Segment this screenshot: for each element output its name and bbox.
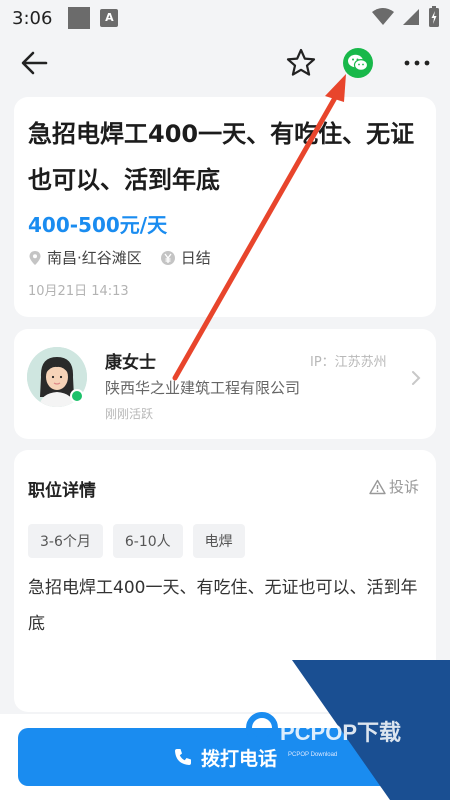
job-title: 急招电焊工400一天、有吃住、无证也可以、活到年底 (28, 120, 415, 194)
job-location: 南昌·红谷滩区 (47, 249, 142, 267)
company-name: 陕西华之业建筑工程有限公司 (105, 379, 301, 397)
pay-cycle: 日结 (180, 249, 211, 267)
back-button[interactable] (18, 48, 52, 78)
job-tags: 3-6个月 6-10人 电焊 (28, 524, 245, 558)
yuan-icon (160, 250, 176, 266)
job-meta: 南昌·红谷滩区 日结 (28, 247, 211, 268)
star-icon (286, 48, 316, 76)
status-time: 3:06 (12, 7, 53, 29)
bottom-bar: 拨打电话 (0, 714, 450, 800)
signal-icon (403, 9, 419, 25)
keyboard-badge-icon: A (100, 9, 119, 27)
more-dots-icon (404, 60, 430, 66)
salary: 400-500元/天 (28, 213, 168, 237)
online-status-dot (70, 389, 84, 403)
report-button[interactable]: 投诉 (369, 476, 419, 497)
wechat-icon (348, 54, 369, 72)
wechat-share-button[interactable] (343, 48, 373, 78)
job-description: 急招电焊工400一天、有吃住、无证也可以、活到年底 (28, 578, 418, 634)
warning-icon (369, 479, 386, 494)
job-details-card: 职位详情 投诉 3-6个月 6-10人 电焊 急招电焊工400一天、有吃住、无证… (14, 450, 436, 712)
contact-ip-location: IP：江苏苏州 (310, 355, 387, 370)
tag-headcount: 6-10人 (112, 524, 183, 558)
more-options-button[interactable] (400, 52, 434, 74)
battery-icon (429, 6, 439, 27)
contact-name: 康女士 (105, 353, 156, 373)
report-label: 投诉 (389, 478, 420, 496)
status-bar: 3:06 A (0, 0, 450, 36)
tag-duration: 3-6个月 (28, 524, 103, 558)
wifi-icon (372, 8, 394, 25)
call-button-label: 拨打电话 (200, 747, 277, 770)
post-date: 10月21日 14:13 (28, 284, 129, 299)
chevron-right-icon (410, 369, 422, 391)
favorite-button[interactable] (284, 46, 318, 80)
status-indicators (372, 6, 440, 28)
job-summary-card: 急招电焊工400一天、有吃住、无证也可以、活到年底 400-500元/天 南昌·… (14, 97, 436, 317)
app-bar (0, 40, 450, 86)
contact-card[interactable]: 康女士 IP：江苏苏州 陕西华之业建筑工程有限公司 刚刚活跃 (14, 329, 436, 439)
location-pin-icon (28, 250, 42, 266)
phone-icon (174, 749, 191, 765)
notification-icon (68, 7, 91, 29)
call-button[interactable]: 拨打电话 (18, 728, 432, 786)
tag-skill: 电焊 (192, 524, 245, 558)
back-arrow-icon (21, 51, 48, 75)
section-title: 职位详情 (28, 481, 96, 501)
active-status: 刚刚活跃 (105, 407, 154, 421)
